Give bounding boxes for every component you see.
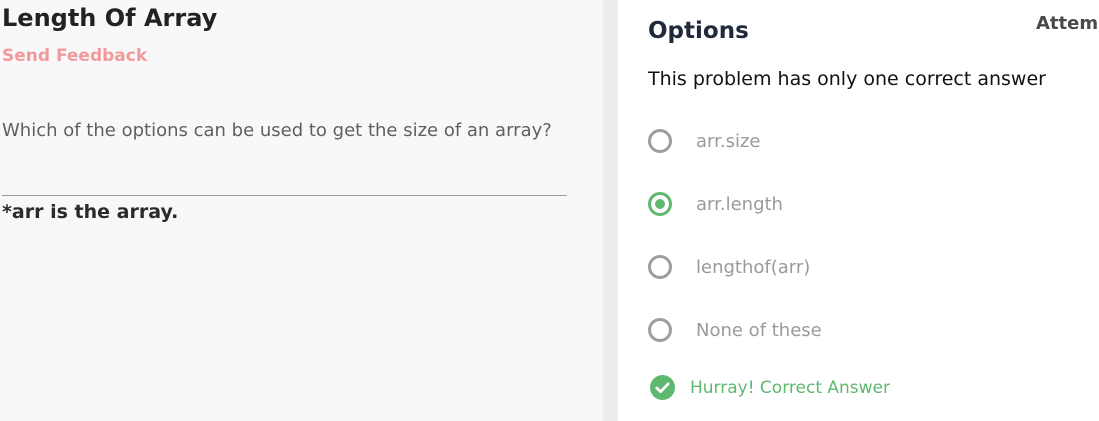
option-arr-size[interactable]: arr.size — [648, 125, 761, 157]
note-text: *arr is the array. — [2, 201, 179, 223]
radio-button[interactable] — [648, 318, 672, 342]
option-label: arr.size — [696, 130, 761, 152]
page: Length Of Array Send Feedback Which of t… — [0, 0, 1099, 421]
option-label: None of these — [696, 319, 822, 341]
option-arr-length[interactable]: arr.length — [648, 188, 783, 220]
result-message: Hurray! Correct Answer — [650, 375, 890, 400]
problem-panel: Length Of Array Send Feedback Which of t… — [0, 0, 603, 421]
option-label: lengthof(arr) — [696, 256, 811, 278]
radio-button-selected[interactable] — [648, 192, 672, 216]
radio-button[interactable] — [648, 255, 672, 279]
problem-title: Length Of Array — [2, 4, 218, 32]
option-label: arr.length — [696, 193, 783, 215]
divider — [2, 195, 567, 196]
panel-divider[interactable] — [603, 0, 618, 421]
option-none-of-these[interactable]: None of these — [648, 314, 822, 346]
instruction-text: This problem has only one correct answer — [648, 68, 1046, 90]
result-text: Hurray! Correct Answer — [690, 377, 890, 398]
options-heading: Options — [648, 18, 749, 44]
options-panel: Options Attemp This problem has only one… — [618, 0, 1099, 421]
radio-button[interactable] — [648, 129, 672, 153]
check-circle-icon — [650, 375, 675, 400]
attempt-label: Attemp — [1036, 13, 1099, 34]
option-lengthof-arr[interactable]: lengthof(arr) — [648, 251, 810, 283]
send-feedback-link[interactable]: Send Feedback — [2, 46, 147, 66]
question-text: Which of the options can be used to get … — [2, 120, 552, 141]
